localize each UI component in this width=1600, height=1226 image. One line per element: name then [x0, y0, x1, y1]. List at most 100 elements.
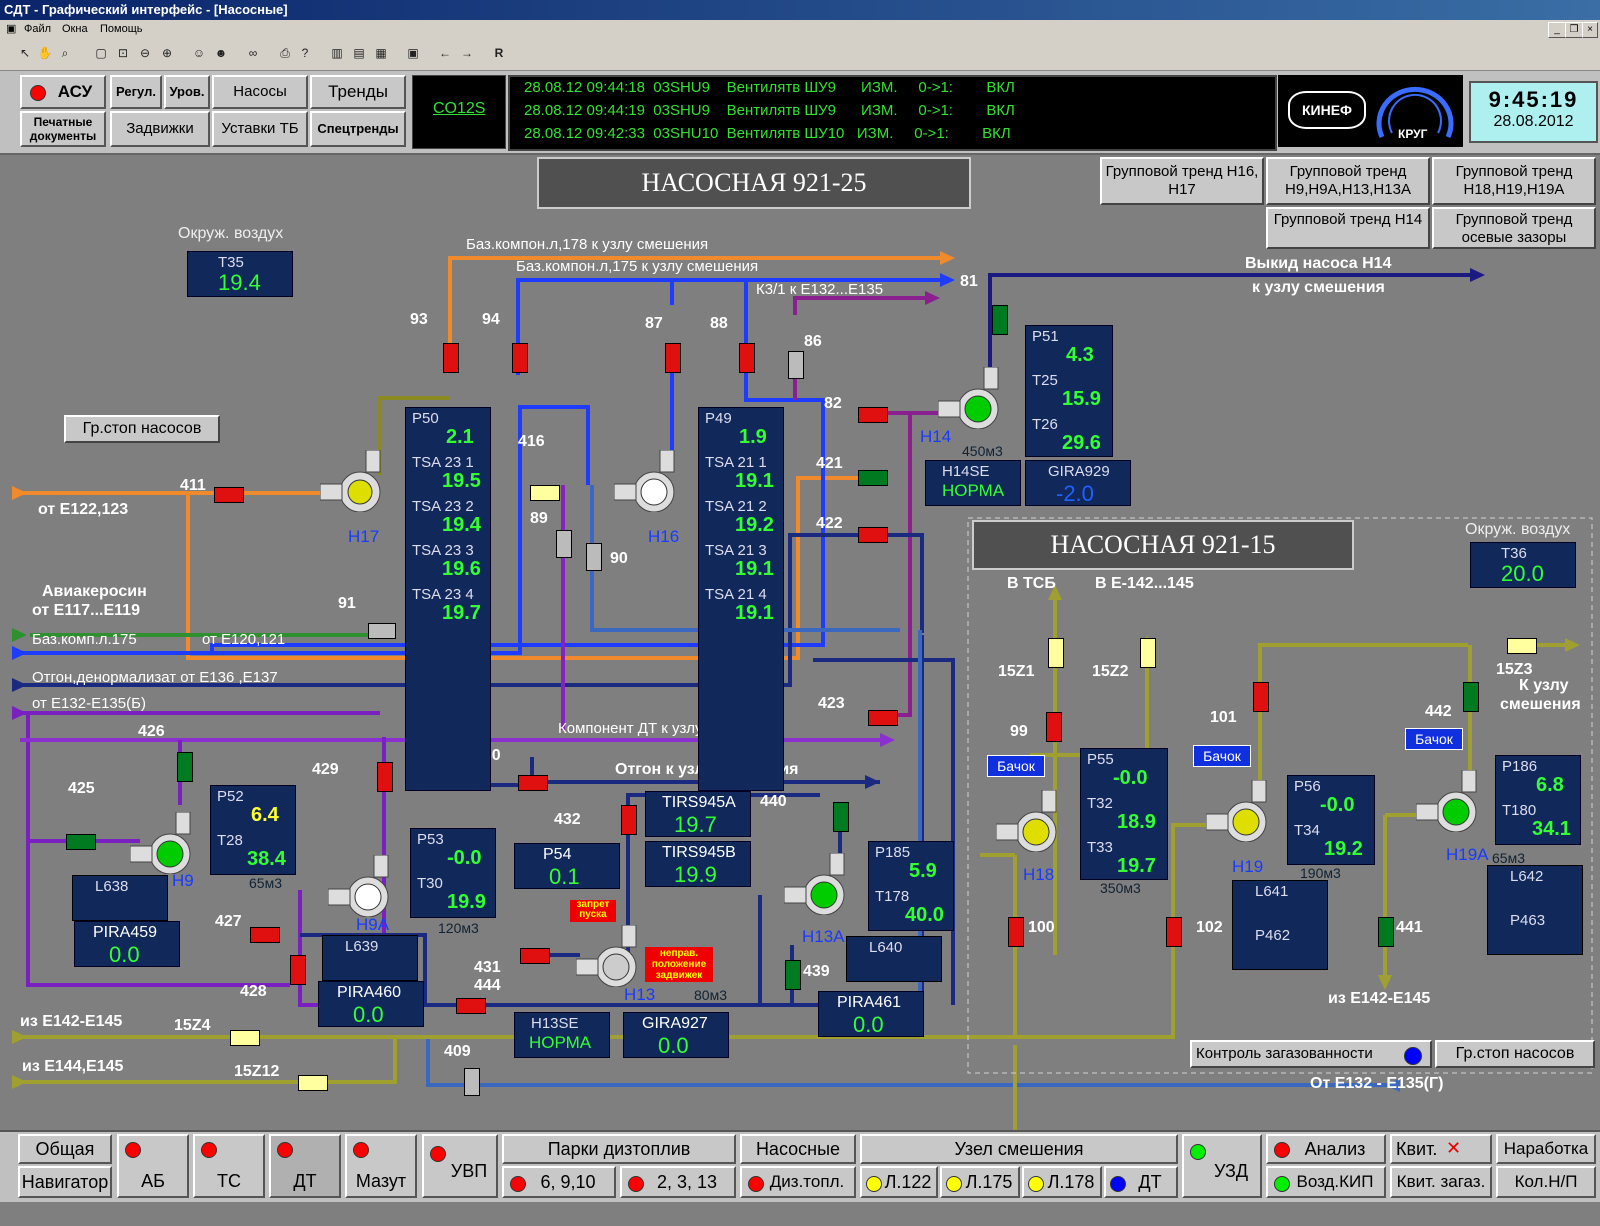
- group-trend-h14-button[interactable]: Групповой тренд Н14: [1266, 207, 1430, 249]
- uzel-l122-button[interactable]: Л.122: [860, 1166, 938, 1198]
- valve-439[interactable]: [785, 960, 801, 990]
- restore-icon[interactable]: ❐: [1565, 22, 1583, 38]
- narabotka-button[interactable]: Наработка: [1496, 1134, 1596, 1164]
- ab-button[interactable]: АБ: [117, 1134, 189, 1198]
- valve-81[interactable]: [992, 305, 1008, 335]
- tank-l641[interactable]: L641 P462: [1232, 880, 1328, 970]
- valve-416[interactable]: [530, 485, 560, 501]
- valve-15z2[interactable]: [1140, 638, 1156, 668]
- valve-90[interactable]: [586, 543, 602, 571]
- valve-88[interactable]: [739, 343, 755, 373]
- tank-l638[interactable]: L638: [72, 875, 168, 921]
- valve-428[interactable]: [290, 955, 306, 985]
- co-link[interactable]: CO12S: [433, 100, 485, 118]
- uzel-dt-button[interactable]: ДТ: [1104, 1166, 1178, 1198]
- layout2-icon[interactable]: ▤: [350, 44, 368, 62]
- valve-91[interactable]: [368, 623, 396, 639]
- valve-89[interactable]: [556, 530, 572, 558]
- tank-l639[interactable]: L639: [322, 935, 418, 981]
- tag-h14se[interactable]: H14SE НОРМА: [925, 460, 1021, 506]
- tag-gira927[interactable]: GIRA927 0.0: [623, 1012, 729, 1058]
- valve-100[interactable]: [1008, 917, 1024, 947]
- parki-2-button[interactable]: 2, 3, 13: [620, 1166, 736, 1198]
- tag-tirs945a[interactable]: TIRS945A 19.7: [645, 791, 751, 837]
- valve-86[interactable]: [788, 351, 804, 379]
- pump-h19a[interactable]: [1415, 769, 1484, 833]
- urov-button[interactable]: Уров.: [164, 75, 210, 109]
- valve-94[interactable]: [512, 343, 528, 373]
- spectrendy-button[interactable]: Спецтренды: [310, 111, 406, 147]
- menu-windows[interactable]: Окна: [62, 20, 88, 38]
- tag-tirs945b[interactable]: TIRS945B 19.9: [645, 841, 751, 887]
- zoom-in-icon[interactable]: ⊕: [158, 44, 176, 62]
- zoom-icon[interactable]: ⌕: [56, 44, 74, 62]
- kvit-button[interactable]: Квит. ✕: [1390, 1134, 1492, 1164]
- menu-help[interactable]: Помощь: [100, 20, 143, 38]
- valve-429[interactable]: [377, 762, 393, 792]
- tank-l642[interactable]: L642 P463: [1487, 865, 1583, 955]
- valve-432[interactable]: [621, 805, 637, 835]
- mazut-button[interactable]: Мазут: [345, 1134, 417, 1198]
- valve-426[interactable]: [177, 752, 193, 782]
- r-button[interactable]: R: [490, 44, 508, 62]
- group-stop-button-2[interactable]: Гр.стоп насосов: [1435, 1040, 1595, 1068]
- valve-423[interactable]: [868, 710, 898, 726]
- minimize-icon[interactable]: _: [1548, 22, 1566, 38]
- menu-file[interactable]: Файл: [24, 20, 51, 38]
- analiz-button[interactable]: Анализ: [1266, 1134, 1386, 1164]
- kvit-gas-button[interactable]: Квит. загаз.: [1390, 1166, 1492, 1198]
- uzel-l178-button[interactable]: Л.178: [1022, 1166, 1102, 1198]
- navigator-button[interactable]: Навигатор: [18, 1166, 112, 1198]
- tank-button-2[interactable]: Бачок: [1193, 745, 1251, 767]
- group-trend-axial-button[interactable]: Групповой тренд осевые зазоры: [1432, 207, 1596, 249]
- valve-444[interactable]: [456, 998, 486, 1014]
- tag-t36[interactable]: Т36 20.0: [1470, 542, 1576, 588]
- vozd-kip-button[interactable]: Возд.КИП: [1266, 1166, 1386, 1198]
- users-icon[interactable]: ☻: [212, 44, 230, 62]
- arrow-back-icon[interactable]: ←: [436, 44, 454, 62]
- uzel-button[interactable]: Узел смешения: [860, 1134, 1178, 1164]
- valve-15z12[interactable]: [298, 1075, 328, 1091]
- asu-button[interactable]: АСУ: [20, 75, 106, 109]
- uvp-button[interactable]: УВП: [422, 1134, 498, 1198]
- valve-87[interactable]: [665, 343, 681, 373]
- trendy-button[interactable]: Тренды: [310, 75, 406, 109]
- nasosnye-button[interactable]: Насосные: [740, 1134, 856, 1164]
- layout1-icon[interactable]: ▥: [328, 44, 346, 62]
- uzel-l175-button[interactable]: Л.175: [940, 1166, 1020, 1198]
- pump-h17[interactable]: [319, 449, 388, 513]
- print-icon[interactable]: ⎙: [276, 44, 294, 62]
- valve-15z4[interactable]: [230, 1030, 260, 1046]
- help-icon[interactable]: ?: [296, 44, 314, 62]
- pump-h13a[interactable]: [783, 852, 852, 916]
- group-trend-h18-h19-button[interactable]: Групповой тренд Н18,Н19,Н19А: [1432, 157, 1596, 205]
- valve-441[interactable]: [1378, 917, 1394, 947]
- valve-82[interactable]: [858, 407, 888, 423]
- valve-93[interactable]: [443, 343, 459, 373]
- parki-button[interactable]: Парки дизтоплив: [502, 1134, 736, 1164]
- tag-h13se[interactable]: H13SE НОРМА: [514, 1012, 610, 1058]
- valve-99[interactable]: [1046, 712, 1062, 742]
- valve-431[interactable]: [520, 948, 550, 964]
- menu-app-icon[interactable]: ▣: [6, 20, 16, 38]
- hand-icon[interactable]: ✋: [36, 44, 54, 62]
- pointer-icon[interactable]: ↖: [16, 44, 34, 62]
- pump-h14[interactable]: [937, 366, 1006, 430]
- user-icon[interactable]: ☺: [190, 44, 208, 62]
- group-stop-button-1[interactable]: Гр.стоп насосов: [64, 415, 220, 443]
- gas-control-button[interactable]: Контроль загазованности: [1190, 1040, 1432, 1068]
- tank-button-3[interactable]: Бачок: [1405, 728, 1463, 750]
- valve-430[interactable]: [518, 775, 548, 791]
- pump-h19[interactable]: [1205, 779, 1274, 843]
- valve-421[interactable]: [858, 470, 888, 486]
- valve-102[interactable]: [1166, 917, 1182, 947]
- valve-15z3[interactable]: [1507, 638, 1537, 654]
- group-trend-h9-h13-button[interactable]: Групповой тренд Н9,Н9А,Н13,Н13А: [1266, 157, 1430, 205]
- valve-15z1[interactable]: [1048, 638, 1064, 668]
- tag-p54[interactable]: P54 0.1: [514, 843, 620, 889]
- layout3-icon[interactable]: ▦: [372, 44, 390, 62]
- nasosy-button[interactable]: Насосы: [212, 75, 308, 109]
- regul-button[interactable]: Регул.: [110, 75, 162, 109]
- valve-422[interactable]: [858, 527, 888, 543]
- tag-pira460[interactable]: PIRA460 0.0: [318, 981, 424, 1027]
